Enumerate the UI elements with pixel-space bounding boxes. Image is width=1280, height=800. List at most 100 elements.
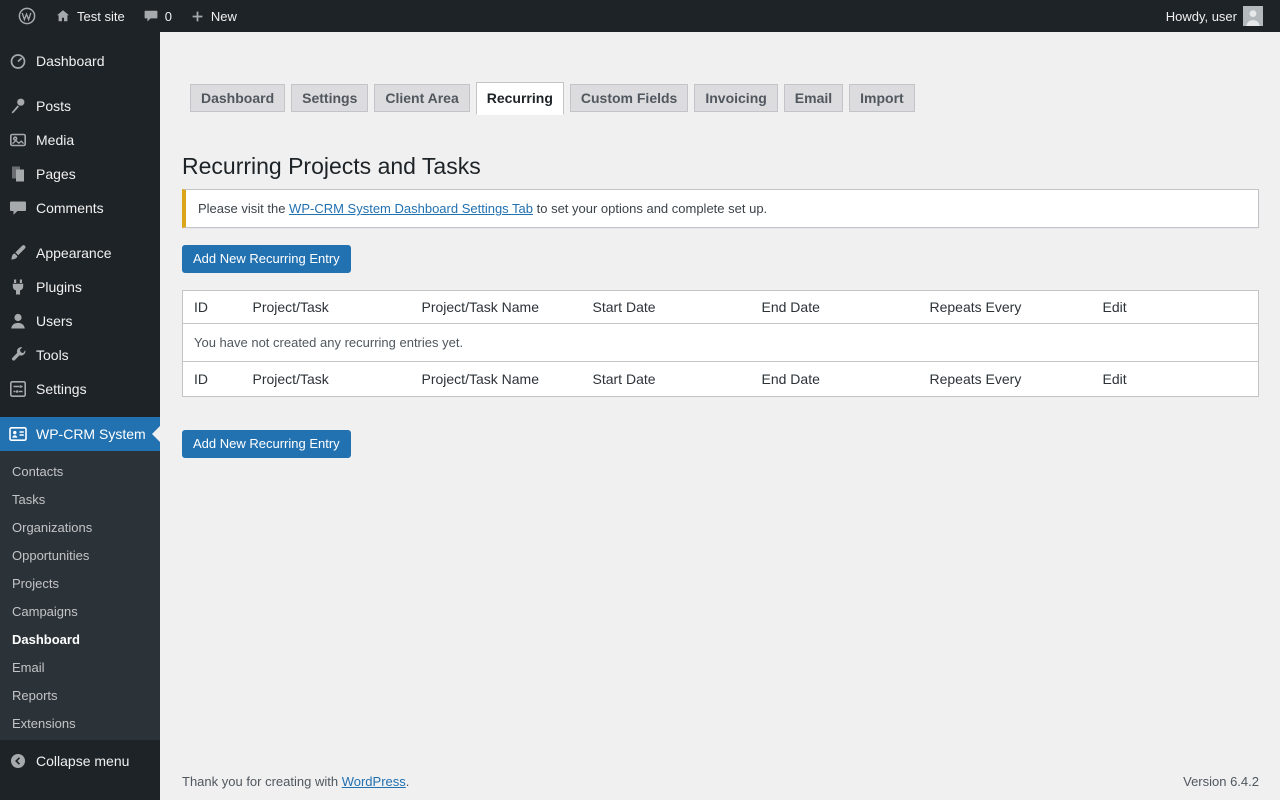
- submenu-item-contacts[interactable]: Contacts: [0, 458, 160, 486]
- tab-settings[interactable]: Settings: [291, 84, 368, 112]
- sidebar-item-plugins[interactable]: Plugins: [0, 270, 160, 304]
- sidebar-item-comments[interactable]: Comments: [0, 191, 160, 225]
- plus-icon: [190, 9, 205, 24]
- table-footer-row: ID Project/Task Project/Task Name Start …: [183, 362, 1259, 397]
- footer-thanks-prefix: Thank you for creating with: [182, 774, 342, 789]
- sidebar-item-label: Posts: [36, 98, 71, 114]
- column-footer-project-task-name: Project/Task Name: [411, 362, 582, 397]
- dashboard-icon: [8, 51, 28, 71]
- footer-thanks: Thank you for creating with WordPress.: [182, 774, 409, 789]
- sidebar-item-posts[interactable]: Posts: [0, 89, 160, 123]
- notice-suffix: to set your options and complete set up.: [533, 201, 767, 216]
- submenu-item-organizations[interactable]: Organizations: [0, 514, 160, 542]
- column-footer-edit: Edit: [1092, 362, 1259, 397]
- howdy-label: Howdy, user: [1166, 9, 1237, 24]
- new-label: New: [211, 9, 237, 24]
- home-icon: [55, 8, 71, 24]
- sidebar-item-pages[interactable]: Pages: [0, 157, 160, 191]
- column-footer-id: ID: [183, 362, 242, 397]
- sidebar-item-media[interactable]: Media: [0, 123, 160, 157]
- setup-notice: Please visit the WP-CRM System Dashboard…: [182, 189, 1259, 228]
- person-icon: [8, 311, 28, 331]
- column-header-id: ID: [183, 291, 242, 324]
- submenu-item-extensions[interactable]: Extensions: [0, 710, 160, 738]
- sidebar-item-label: Dashboard: [36, 53, 105, 69]
- comments-bubble-icon: [143, 8, 159, 24]
- sidebar-item-tools[interactable]: Tools: [0, 338, 160, 372]
- tab-client-area[interactable]: Client Area: [374, 84, 469, 112]
- dashboard-settings-tab-link[interactable]: WP-CRM System Dashboard Settings Tab: [289, 201, 533, 216]
- add-new-recurring-entry-button-top[interactable]: Add New Recurring Entry: [182, 245, 351, 273]
- crm-settings-tabs: Dashboard Settings Client Area Recurring…: [190, 84, 1259, 115]
- tab-custom-fields[interactable]: Custom Fields: [570, 84, 688, 112]
- submenu-item-reports[interactable]: Reports: [0, 682, 160, 710]
- settings-sliders-icon: [8, 379, 28, 399]
- submenu-item-dashboard[interactable]: Dashboard: [0, 626, 160, 654]
- sidebar-item-dashboard[interactable]: Dashboard: [0, 44, 160, 78]
- collapse-arrow-icon: [8, 751, 28, 771]
- column-header-end-date: End Date: [751, 291, 919, 324]
- tab-recurring[interactable]: Recurring: [476, 82, 564, 115]
- wordpress-link[interactable]: WordPress: [342, 774, 406, 789]
- comments-count: 0: [165, 9, 172, 24]
- column-header-start-date: Start Date: [582, 291, 751, 324]
- sidebar-item-label: Comments: [36, 200, 104, 216]
- column-footer-end-date: End Date: [751, 362, 919, 397]
- submenu-item-opportunities[interactable]: Opportunities: [0, 542, 160, 570]
- add-new-recurring-entry-button-bottom[interactable]: Add New Recurring Entry: [182, 430, 351, 458]
- current-menu-arrow: [152, 426, 160, 442]
- crm-submenu: Contacts Tasks Organizations Opportuniti…: [0, 451, 160, 740]
- site-name-label: Test site: [77, 9, 125, 24]
- column-header-project-task-name: Project/Task Name: [411, 291, 582, 324]
- comments-link[interactable]: 0: [134, 0, 181, 32]
- column-footer-repeats-every: Repeats Every: [919, 362, 1092, 397]
- admin-sidebar: Dashboard Posts: [0, 32, 160, 800]
- recurring-entries-table: ID Project/Task Project/Task Name Start …: [182, 290, 1259, 397]
- sidebar-item-label: Tools: [36, 347, 69, 363]
- sidebar-item-users[interactable]: Users: [0, 304, 160, 338]
- new-content-link[interactable]: New: [181, 0, 246, 32]
- empty-message: You have not created any recurring entri…: [183, 324, 1259, 362]
- submenu-item-projects[interactable]: Projects: [0, 570, 160, 598]
- sidebar-item-settings[interactable]: Settings: [0, 372, 160, 406]
- admin-footer: Thank you for creating with WordPress. V…: [182, 774, 1259, 789]
- media-icon: [8, 130, 28, 150]
- collapse-menu-button[interactable]: Collapse menu: [0, 744, 160, 778]
- sidebar-item-label: Users: [36, 313, 73, 329]
- site-name-link[interactable]: Test site: [46, 0, 134, 32]
- submenu-item-campaigns[interactable]: Campaigns: [0, 598, 160, 626]
- submenu-item-email[interactable]: Email: [0, 654, 160, 682]
- column-footer-start-date: Start Date: [582, 362, 751, 397]
- wordpress-logo-icon: [17, 6, 37, 26]
- wordpress-logo-button[interactable]: [8, 0, 46, 32]
- comments-icon: [8, 198, 28, 218]
- sidebar-item-appearance[interactable]: Appearance: [0, 236, 160, 270]
- avatar: [1243, 6, 1263, 26]
- pages-icon: [8, 164, 28, 184]
- account-menu-link[interactable]: Howdy, user: [1157, 0, 1272, 32]
- tab-email[interactable]: Email: [784, 84, 843, 112]
- collapse-menu-label: Collapse menu: [36, 753, 129, 769]
- column-footer-project-task: Project/Task: [242, 362, 411, 397]
- sidebar-item-label: Pages: [36, 166, 76, 182]
- footer-thanks-suffix: .: [406, 774, 410, 789]
- tab-import[interactable]: Import: [849, 84, 915, 112]
- sidebar-item-label: Plugins: [36, 279, 82, 295]
- id-card-icon: [8, 424, 28, 444]
- column-header-repeats-every: Repeats Every: [919, 291, 1092, 324]
- table-header-row: ID Project/Task Project/Task Name Start …: [183, 291, 1259, 324]
- column-header-project-task: Project/Task: [242, 291, 411, 324]
- setup-notice-text: Please visit the WP-CRM System Dashboard…: [186, 190, 1258, 227]
- sidebar-item-label: Settings: [36, 381, 87, 397]
- sidebar-item-wp-crm-system[interactable]: WP-CRM System: [0, 417, 160, 451]
- column-header-edit: Edit: [1092, 291, 1259, 324]
- sidebar-item-label: WP-CRM System: [36, 426, 146, 442]
- admin-bar: Test site 0 New Howdy, user: [0, 0, 1280, 32]
- tab-invoicing[interactable]: Invoicing: [694, 84, 777, 112]
- wordpress-admin-screen: Test site 0 New Howdy, user: [0, 0, 1280, 800]
- admin-menu: Dashboard Posts: [0, 44, 160, 740]
- notice-prefix: Please visit the: [198, 201, 289, 216]
- plug-icon: [8, 277, 28, 297]
- tab-dashboard[interactable]: Dashboard: [190, 84, 285, 112]
- submenu-item-tasks[interactable]: Tasks: [0, 486, 160, 514]
